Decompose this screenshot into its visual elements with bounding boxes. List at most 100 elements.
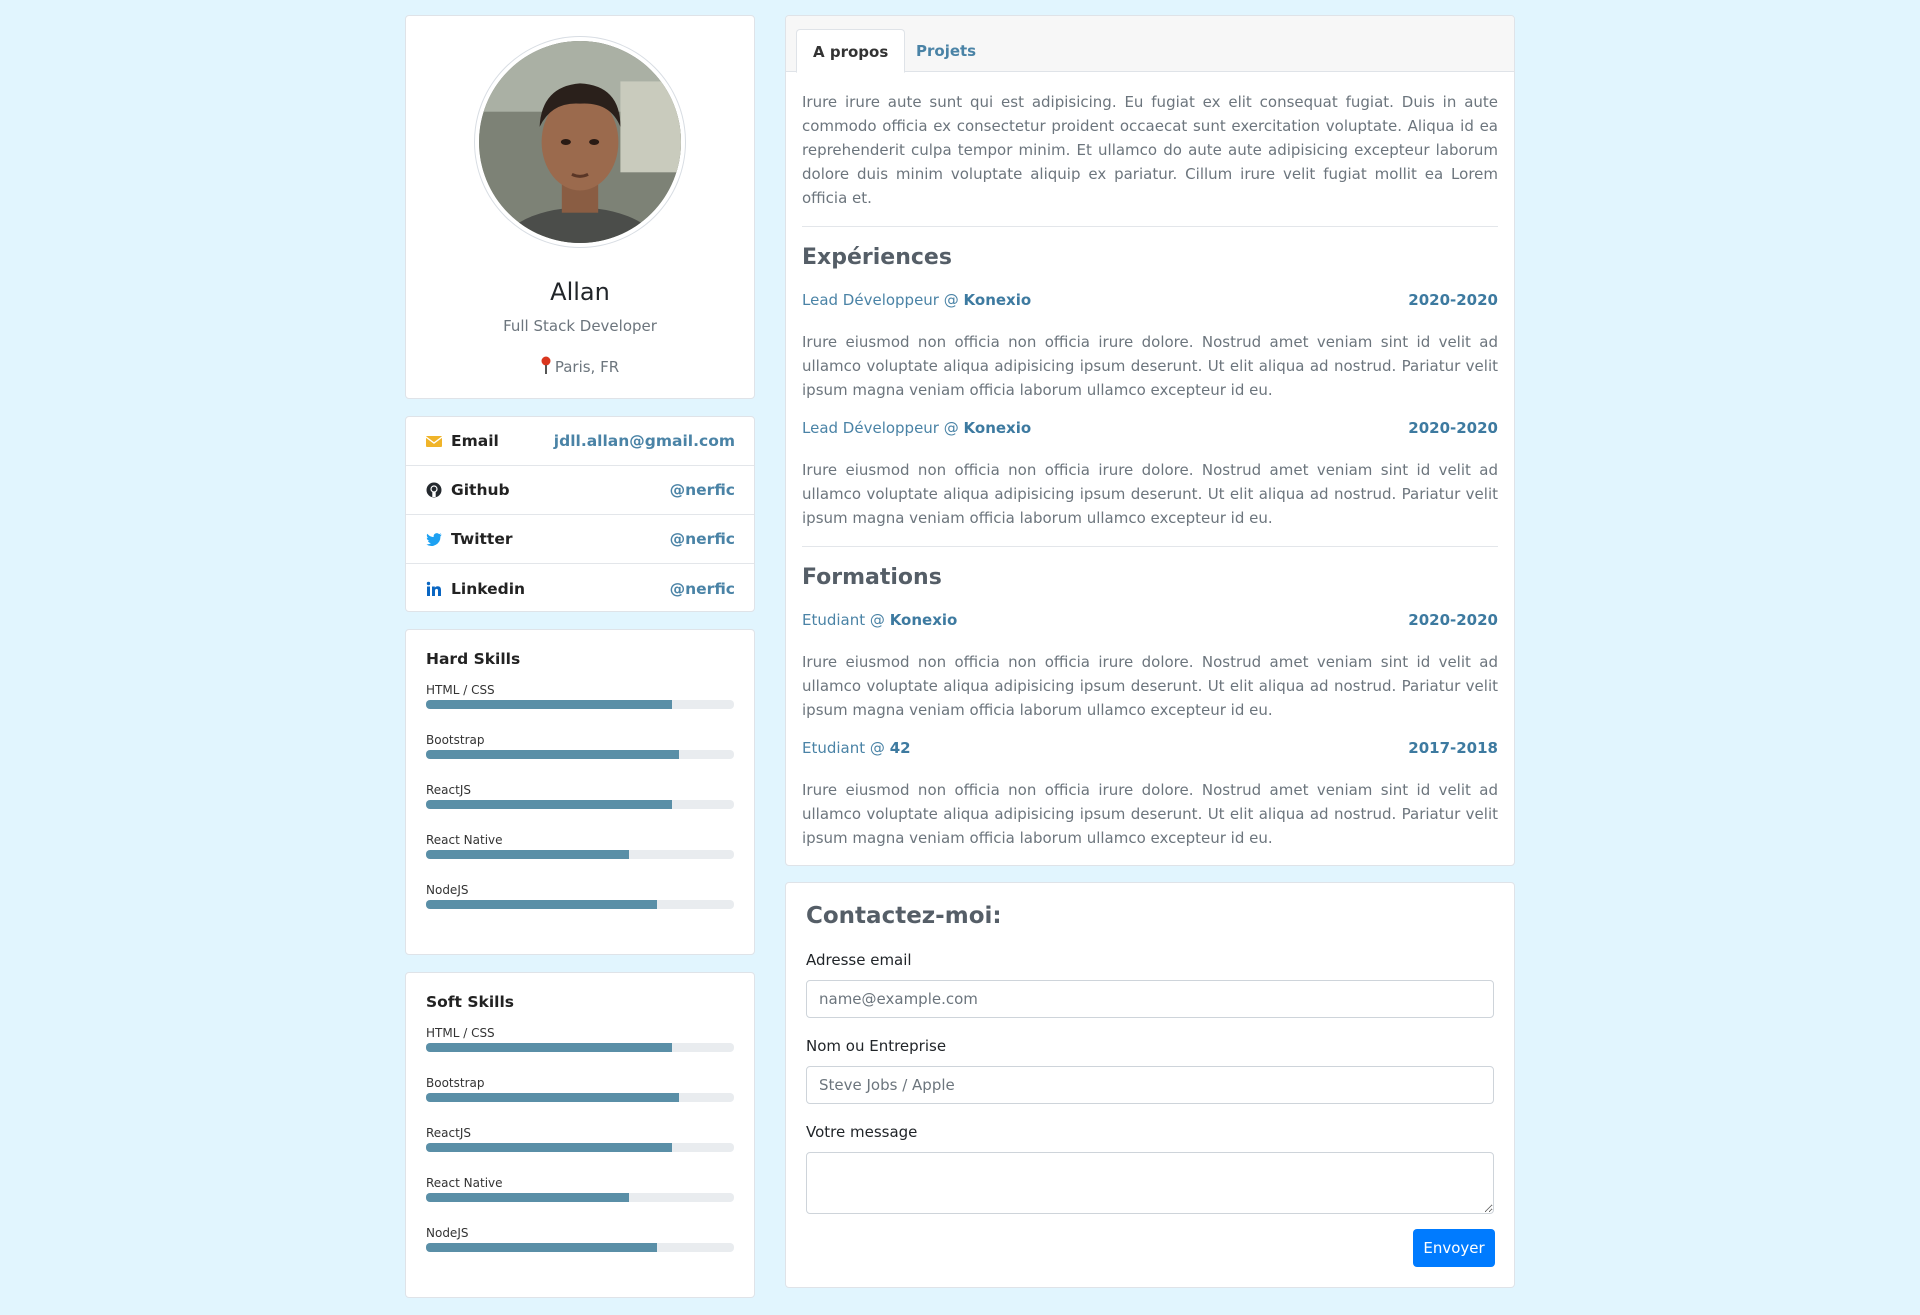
company-name: Konexio (963, 419, 1032, 437)
skill-item: NodeJS (426, 1226, 734, 1276)
twitter-icon (426, 533, 442, 546)
skill-progress-track (426, 800, 734, 809)
skill-progress-track (426, 1043, 734, 1052)
linkedin-icon (426, 581, 441, 596)
skill-progress-fill (426, 750, 679, 759)
skill-name: ReactJS (426, 1126, 471, 1140)
skill-item: React Native (426, 1176, 734, 1226)
skill-progress-fill (426, 800, 673, 809)
tabs-bar: A propos Projets (786, 16, 1514, 73)
skill-progress-track (426, 700, 734, 709)
skill-item: Bootstrap (426, 1076, 734, 1126)
skill-progress-track (426, 1143, 734, 1152)
skill-name: Bootstrap (426, 1076, 485, 1090)
linkedin-link[interactable]: @nerfic (670, 580, 735, 598)
skill-name: React Native (426, 1176, 503, 1190)
contact-links-list: Email jdll.allan@gmail.com Github @nerfi… (405, 416, 755, 612)
profile-name: Allan (550, 278, 610, 306)
email-label: Adresse email (806, 951, 912, 969)
email-link[interactable]: jdll.allan@gmail.com (554, 432, 735, 450)
avatar (475, 37, 685, 247)
message-field[interactable] (806, 1152, 1494, 1214)
location-text: Paris, FR (554, 358, 620, 376)
tab-projets[interactable]: Projets (900, 29, 992, 73)
skill-item: React Native (426, 833, 734, 883)
contact-row-twitter: Twitter @nerfic (406, 515, 754, 564)
contact-form-card: Contactez-moi: Adresse email Nom ou Entr… (785, 882, 1515, 1288)
entry-description: Irure eiusmod non officia non officia ir… (802, 333, 1498, 399)
about-content: Irure irure aute sunt qui est adipisicin… (786, 72, 1514, 850)
github-link[interactable]: @nerfic (670, 481, 735, 499)
skill-name: NodeJS (426, 883, 469, 897)
contact-row-github: Github @nerfic (406, 466, 754, 515)
skill-item: NodeJS (426, 883, 734, 933)
company-name: Konexio (963, 291, 1032, 309)
experiences-title: Expériences (802, 245, 952, 270)
send-button[interactable]: Envoyer (1413, 1229, 1495, 1267)
hard-skills-list: HTML / CSS Bootstrap ReactJS React Nativ… (426, 683, 734, 933)
skill-item: ReactJS (426, 1126, 734, 1176)
skill-name: HTML / CSS (426, 683, 495, 697)
contact-label-twitter: Twitter (451, 530, 513, 548)
email-field[interactable] (806, 980, 1494, 1018)
contact-row-email: Email jdll.allan@gmail.com (406, 417, 754, 466)
formations-title: Formations (802, 565, 942, 590)
entry-description: Irure eiusmod non officia non officia ir… (802, 461, 1498, 527)
experience-entry: Lead Développeur @ Konexio 2020-2020 Iru… (802, 291, 1498, 402)
envelope-icon (426, 436, 442, 447)
position-text: Etudiant (802, 739, 866, 757)
contact-form-title: Contactez-moi: (806, 903, 1002, 929)
message-label: Votre message (806, 1123, 918, 1141)
tab-a-propos[interactable]: A propos (796, 29, 906, 73)
divider (802, 546, 1498, 547)
contact-label-linkedin: Linkedin (451, 579, 526, 598)
hard-skills-title: Hard Skills (426, 650, 521, 668)
formation-entry: Etudiant @ Konexio 2020-2020 Irure eiusm… (802, 611, 1498, 722)
entry-dates: 2017-2018 (1408, 739, 1498, 757)
entry-description: Irure eiusmod non officia non officia ir… (802, 653, 1498, 719)
twitter-link[interactable]: @nerfic (670, 530, 735, 548)
skill-item: HTML / CSS (426, 1026, 734, 1076)
skill-progress-track (426, 750, 734, 759)
contact-row-linkedin: Linkedin @nerfic (406, 564, 754, 613)
entry-dates: 2020-2020 (1408, 291, 1498, 309)
skill-progress-track (426, 900, 734, 909)
profile-role: Full Stack Developer (503, 317, 657, 335)
company-name: 42 (889, 739, 911, 757)
profile-card: Allan Full Stack Developer Paris, FR (405, 15, 755, 399)
soft-skills-title: Soft Skills (426, 993, 514, 1011)
about-card: A propos Projets Irure irure aute sunt q… (785, 15, 1515, 866)
skill-progress-track (426, 850, 734, 859)
skill-progress-fill (426, 1193, 630, 1202)
entry-position: Etudiant @ Konexio (802, 611, 958, 629)
skill-item: HTML / CSS (426, 683, 734, 733)
soft-skills-card: Soft Skills HTML / CSS Bootstrap ReactJS… (405, 972, 755, 1298)
skill-name: ReactJS (426, 783, 471, 797)
skill-progress-fill (426, 850, 630, 859)
about-text: Irure irure aute sunt qui est adipisicin… (802, 93, 1498, 207)
skill-item: Bootstrap (426, 733, 734, 783)
skill-name: HTML / CSS (426, 1026, 495, 1040)
position-text: Lead Développeur (802, 291, 939, 309)
position-text: Etudiant (802, 611, 866, 629)
hard-skills-card: Hard Skills HTML / CSS Bootstrap ReactJS… (405, 629, 755, 955)
skill-name: NodeJS (426, 1226, 469, 1240)
skill-progress-track (426, 1093, 734, 1102)
entry-position: Lead Développeur @ Konexio (802, 419, 1032, 437)
profile-location: Paris, FR (406, 356, 754, 376)
skill-progress-track (426, 1193, 734, 1202)
entry-position: Lead Développeur @ Konexio (802, 291, 1032, 309)
entry-dates: 2020-2020 (1408, 419, 1498, 437)
name-field[interactable] (806, 1066, 1494, 1104)
skill-progress-fill (426, 1243, 657, 1252)
company-name: Konexio (889, 611, 958, 629)
entry-dates: 2020-2020 (1408, 611, 1498, 629)
experience-entry: Lead Développeur @ Konexio 2020-2020 Iru… (802, 419, 1498, 530)
contact-label-github: Github (451, 481, 510, 499)
name-label: Nom ou Entreprise (806, 1037, 947, 1055)
skill-progress-track (426, 1243, 734, 1252)
soft-skills-list: HTML / CSS Bootstrap ReactJS React Nativ… (426, 1026, 734, 1276)
formation-entry: Etudiant @ 42 2017-2018 Irure eiusmod no… (802, 739, 1498, 850)
skill-progress-fill (426, 700, 673, 709)
skill-item: ReactJS (426, 783, 734, 833)
